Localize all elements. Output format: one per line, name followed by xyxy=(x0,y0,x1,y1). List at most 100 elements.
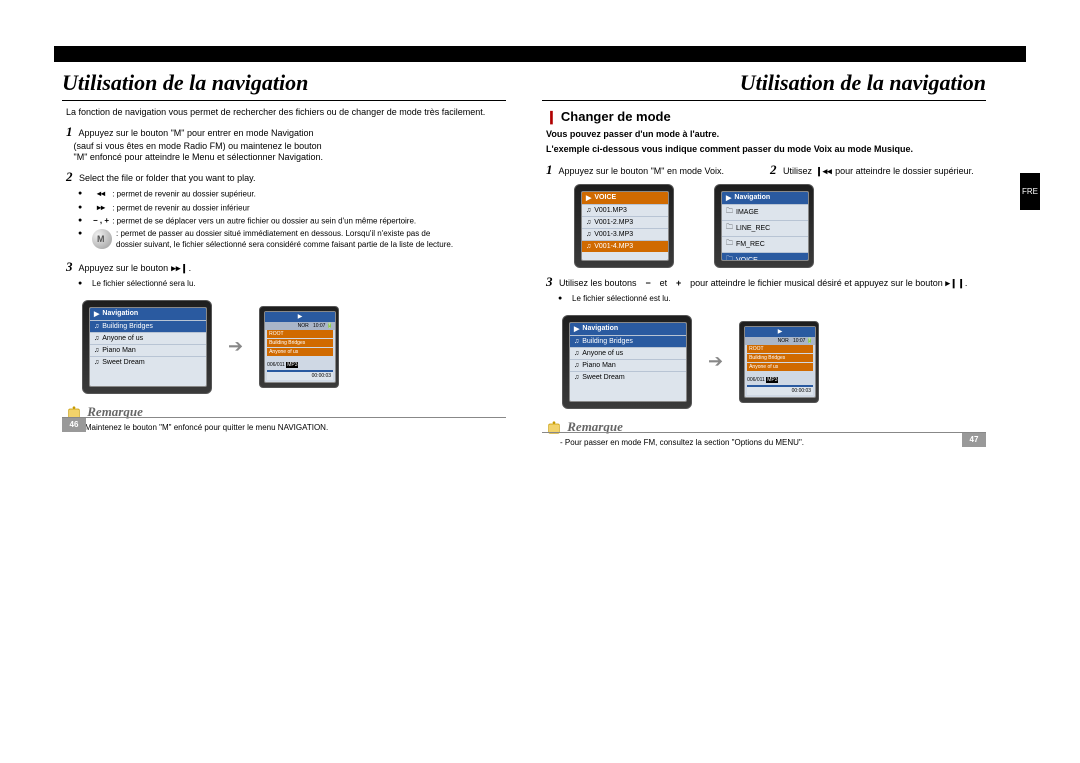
arrow-icon: ▶ xyxy=(574,325,579,333)
list-item: 🗀VOICE xyxy=(722,252,808,261)
sub-intro-1: Vous pouvez passer d'un mode à l'autre. xyxy=(534,125,994,140)
section-subtitle: ❙Changer de mode xyxy=(534,101,994,125)
prev-track-icon: ❙◂◂ xyxy=(815,166,833,177)
screen-header: ▶VOICE xyxy=(582,192,668,204)
note-pin-icon xyxy=(546,420,562,436)
music-note-icon: ♫ xyxy=(586,231,591,238)
step3-bullets-right: Le fichier sélectionné est lu. xyxy=(534,290,994,305)
music-note-icon: ♫ xyxy=(574,374,579,381)
step-number: 2 xyxy=(770,162,777,177)
forward-icon: ▸▸ xyxy=(92,203,110,214)
play-time: 00:00:03 xyxy=(747,387,813,395)
list-item: ♫V001.MP3 xyxy=(582,204,668,216)
bullet-text: Le fichier sélectionné est lu. xyxy=(572,294,671,303)
step-3-right: 3 Utilisez les boutons − et + pour attei… xyxy=(534,268,994,290)
arrow-icon: ▶ xyxy=(94,310,99,318)
device-navigation: ▶Navigation ♫Building Bridges ♫Anyone of… xyxy=(562,315,692,409)
folder-icon: 🗀 xyxy=(726,239,733,250)
bullet-text: : permet de se déplacer vers un autre fi… xyxy=(112,216,416,225)
step3-bullets: Le fichier sélectionné sera lu. xyxy=(54,275,514,290)
play-top: ▶ xyxy=(265,312,335,322)
screen-header: ▶Navigation xyxy=(722,192,808,204)
screen-header: ▶Navigation xyxy=(90,308,206,320)
device-playback: ▶ NOR 10:07 🔋 ROOT Building Bridges Anyo… xyxy=(259,306,339,388)
music-note-icon: ♫ xyxy=(586,207,591,214)
page-number: 46 xyxy=(62,418,86,432)
plus-icon: + xyxy=(670,278,688,289)
intro-text: La fonction de navigation vous permet de… xyxy=(54,101,514,118)
list-item: ♫Anyone of us xyxy=(90,332,206,344)
list-item: ♫Anyone of us xyxy=(570,347,686,359)
list-item: ♫Building Bridges xyxy=(570,335,686,347)
music-note-icon: ♫ xyxy=(94,347,99,354)
step-number: 3 xyxy=(546,274,553,289)
step-1-right: 1 Appuyez sur le bouton "M" en mode Voix… xyxy=(546,162,758,178)
list-item: 🗀LINE_REC xyxy=(722,220,808,236)
list-item: ♫V001-4.MP3 xyxy=(582,240,668,252)
transition-arrow-icon: ➔ xyxy=(228,336,243,357)
step-2-right: 2 Utilisez ❙◂◂ pour atteindre le dossier… xyxy=(770,162,982,178)
language-tab: FRE xyxy=(1020,173,1040,210)
m-button-icon xyxy=(92,229,112,249)
folder-icon: 🗀 xyxy=(726,223,733,234)
list-item: ♫Sweet Dream xyxy=(90,356,206,368)
play-row: ROOT xyxy=(747,345,813,353)
page-title-right: Utilisation de la navigation xyxy=(534,62,994,100)
step-number: 1 xyxy=(66,124,73,139)
play-row: Anyone of us xyxy=(747,363,813,371)
top-black-bar xyxy=(54,46,1026,62)
page-number: 47 xyxy=(962,433,986,447)
subtitle-bar-icon: ❙ xyxy=(546,109,557,124)
device-navigation: ▶Navigation ♫Building Bridges ♫Anyone of… xyxy=(82,300,212,394)
music-note-icon: ♫ xyxy=(94,323,99,330)
step2-text: Select the file or folder that you want … xyxy=(79,173,255,183)
page-spread: FRE Utilisation de la navigation La fonc… xyxy=(0,0,1080,763)
list-item: 🗀FM_REC xyxy=(722,236,808,252)
music-note-icon: ♫ xyxy=(574,362,579,369)
list-item: ♫Piano Man xyxy=(90,344,206,356)
step-number: 2 xyxy=(66,169,73,184)
remark-text: - Maintenez le bouton "M" enfoncé pour q… xyxy=(54,421,514,432)
step-1: 1 Appuyez sur le bouton "M" pour entrer … xyxy=(54,118,514,163)
device-voice: ▶VOICE ♫V001.MP3 ♫V001-2.MP3 ♫V001-3.MP3… xyxy=(574,184,674,268)
device-mockups-right-top: ▶VOICE ♫V001.MP3 ♫V001-2.MP3 ♫V001-3.MP3… xyxy=(534,178,994,268)
play-row: Anyone of us xyxy=(267,348,333,356)
step-number: 1 xyxy=(546,162,553,177)
play-track: 006/011 MP3 xyxy=(267,362,298,368)
device-mockups-right-bottom: ▶Navigation ♫Building Bridges ♫Anyone of… xyxy=(534,307,994,409)
transition-arrow-icon: ➔ xyxy=(708,351,723,372)
footer-rule xyxy=(62,417,506,418)
step1-line-a: Appuyez sur le bouton "M" pour entrer en… xyxy=(79,128,314,138)
list-item: ♫V001-2.MP3 xyxy=(582,216,668,228)
step1-line-b: (sauf si vous êtes en mode Radio FM) ou … xyxy=(74,141,322,151)
right-page: Utilisation de la navigation ❙Changer de… xyxy=(534,62,994,447)
step-number: 3 xyxy=(66,259,73,274)
step-2: 2 Select the file or folder that you wan… xyxy=(54,163,514,185)
list-item: ♫Sweet Dream xyxy=(570,371,686,383)
sub-intro-2: L'exemple ci-dessous vous indique commen… xyxy=(534,140,994,155)
bullet-text: : permet de revenir au dossier supérieur… xyxy=(112,190,256,199)
step1-line-c: "M" enfoncé pour atteindre le Menu et sé… xyxy=(74,152,324,162)
screen-header: ▶Navigation xyxy=(570,323,686,335)
folder-icon: 🗀 xyxy=(726,255,733,261)
rewind-icon: ◂◂ xyxy=(92,189,110,200)
folder-icon: 🗀 xyxy=(726,207,733,218)
list-item: 🗀IMAGE xyxy=(722,204,808,220)
music-note-icon: ♫ xyxy=(586,243,591,250)
bullet-text: : permet de revenir au dossier inférieur xyxy=(112,203,249,212)
music-note-icon: ♫ xyxy=(574,350,579,357)
arrow-icon: ▶ xyxy=(726,194,731,202)
minus-plus-icon: − , + xyxy=(92,216,110,227)
bullet-text: : permet de passer au dossier situé immé… xyxy=(116,229,456,251)
play-time: 00:00:03 xyxy=(267,372,333,380)
list-item: ♫Piano Man xyxy=(570,359,686,371)
music-note-icon: ♫ xyxy=(94,359,99,366)
device-mockups-left: ▶Navigation ♫Building Bridges ♫Anyone of… xyxy=(54,292,514,394)
bullet-text: Le fichier sélectionné sera lu. xyxy=(92,279,196,288)
play-row: ROOT xyxy=(267,330,333,338)
list-item: ♫V001-3.MP3 xyxy=(582,228,668,240)
remark-text: - Pour passer en mode FM, consultez la s… xyxy=(534,436,994,447)
step2-bullets: ◂◂ : permet de revenir au dossier supéri… xyxy=(54,185,514,251)
music-note-icon: ♫ xyxy=(586,219,591,226)
music-note-icon: ♫ xyxy=(574,338,579,345)
